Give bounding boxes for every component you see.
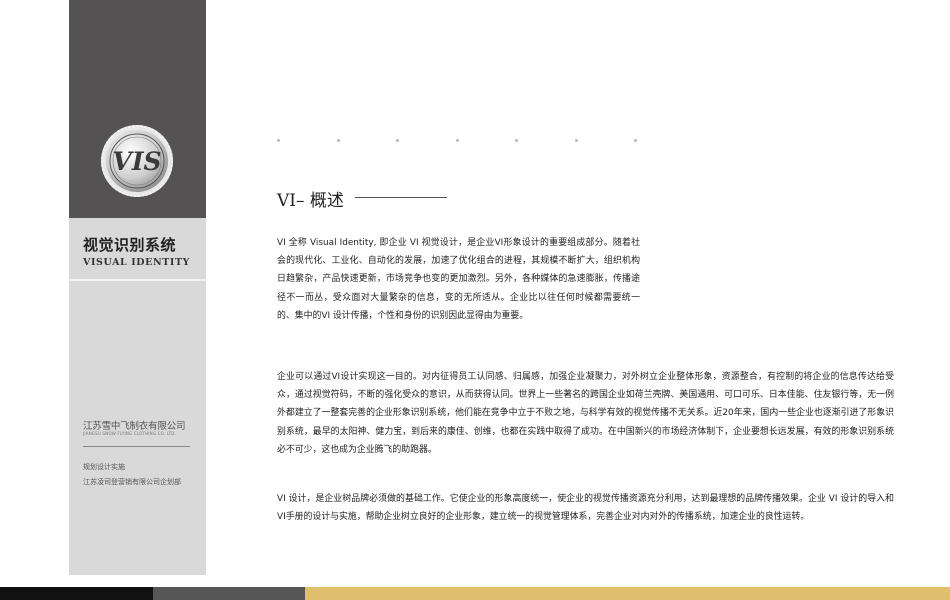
paragraph-intro: VI 全称 Visual Identity, 即企业 VI 视觉设计，是企业VI… <box>277 238 640 321</box>
footer-bar-gold <box>305 587 950 600</box>
plan-label: 规划设计实施 <box>83 463 125 471</box>
footer-bar-gray <box>153 587 305 600</box>
sidebar-header-block: VIS <box>69 0 206 218</box>
footer-bar-black <box>0 587 153 600</box>
decorative-dots <box>277 139 697 147</box>
page-title: VI– 概述 <box>277 191 344 211</box>
brand-title-en: VISUAL IDENTITY <box>83 257 190 268</box>
sidebar-divider <box>69 279 206 281</box>
company-divider <box>83 446 190 447</box>
footer-color-bar <box>0 587 950 600</box>
brand-title-cn: 视觉识别系统 <box>83 236 177 254</box>
plan-company: 江苏凌司登营销有限公司企划部 <box>83 478 181 486</box>
company-name-cn: 江苏雪中飞制衣有限公司 <box>83 421 186 432</box>
company-name-en: JIANGSU SNOW FLYING CLOTHING CO. LTD. <box>83 431 177 436</box>
paragraph-purpose: 企业可以通过VI设计实现这一目的。对内征得员工认同感、归属感，加强企业凝聚力，对… <box>277 372 894 455</box>
sidebar: VIS 视觉识别系统 VISUAL IDENTITY 江苏雪中飞制衣有限公司 J… <box>69 0 206 575</box>
title-rule <box>355 197 447 198</box>
paragraph-foundation: VI 设计，是企业树品牌必须做的基础工作。它使企业的形象高度统一，使企业的视觉传… <box>277 494 894 523</box>
vis-seal-logo-icon: VIS <box>101 125 173 197</box>
logo-text: VIS <box>112 147 161 176</box>
